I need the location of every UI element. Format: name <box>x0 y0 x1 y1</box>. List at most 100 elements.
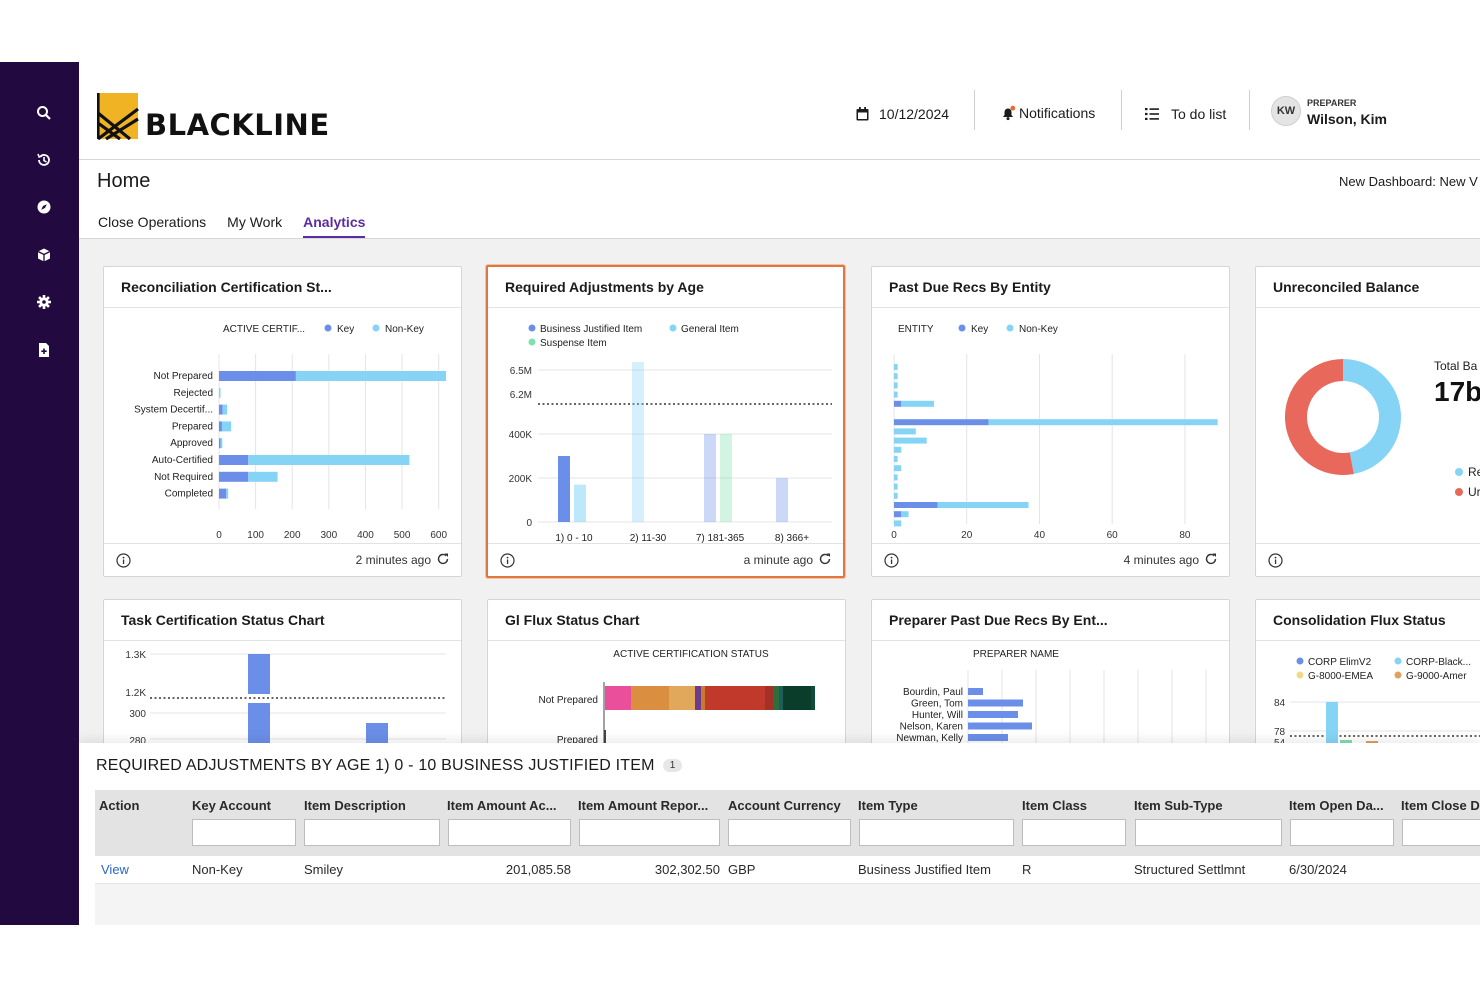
user-menu[interactable]: KW PREPARER Wilson, Kim <box>1271 90 1387 132</box>
bar[interactable] <box>968 722 1032 730</box>
bar-segment[interactable] <box>894 520 902 527</box>
stacked-bar[interactable] <box>605 686 815 710</box>
bar-segment[interactable] <box>219 488 227 499</box>
bar-segment[interactable] <box>894 483 898 490</box>
filter-input-item-class[interactable] <box>1022 819 1126 846</box>
info-icon[interactable] <box>500 553 515 568</box>
bar-segment[interactable] <box>220 438 223 449</box>
document-icon[interactable] <box>33 339 55 361</box>
bar[interactable] <box>558 456 570 522</box>
bar-segment[interactable] <box>631 686 669 710</box>
bar-segment[interactable] <box>783 686 811 710</box>
column-header[interactable]: Item Type <box>858 798 918 813</box>
column-header[interactable]: Item Amount Repor... <box>578 798 708 813</box>
info-icon[interactable] <box>1268 553 1283 568</box>
filter-input-key-account[interactable] <box>192 819 296 846</box>
filter-input-item-amount-reporting[interactable] <box>579 819 720 846</box>
compass-icon[interactable] <box>33 196 55 218</box>
bar-segment[interactable] <box>894 428 916 435</box>
bar-segment[interactable] <box>605 686 631 710</box>
bar[interactable] <box>632 362 644 522</box>
bar-segment[interactable] <box>669 686 695 710</box>
bar-segment[interactable] <box>219 371 296 381</box>
bar-segment[interactable] <box>226 488 229 499</box>
bar[interactable] <box>968 699 1023 707</box>
bar-segment[interactable] <box>248 455 410 465</box>
search-icon[interactable] <box>33 102 55 124</box>
bar[interactable] <box>776 478 788 522</box>
view-link[interactable]: View <box>101 862 129 877</box>
history-icon[interactable] <box>33 149 55 171</box>
bar-segment[interactable] <box>773 686 779 710</box>
dashboard-selector[interactable]: New Dashboard: New V <box>1339 174 1478 189</box>
filter-input-account-currency[interactable] <box>728 819 851 846</box>
bar-segment[interactable] <box>894 446 902 453</box>
refresh-icon[interactable] <box>1204 552 1218 566</box>
bar-segment[interactable] <box>894 419 989 426</box>
info-icon[interactable] <box>884 553 899 568</box>
cube-icon[interactable] <box>33 244 55 266</box>
tab-close-operations[interactable]: Close Operations <box>98 214 206 239</box>
bar-segment[interactable] <box>219 455 249 465</box>
bar[interactable] <box>968 688 983 695</box>
unreconciled-balance-card[interactable]: Unreconciled Balance Total Ba 17b Re Ur <box>1255 266 1480 577</box>
refresh-icon[interactable] <box>436 552 450 566</box>
required-adjustments-card[interactable]: Required Adjustments by Age Business Jus… <box>486 265 845 578</box>
bar-segment[interactable] <box>219 404 223 415</box>
column-header[interactable]: Item Amount Ac... <box>447 798 557 813</box>
bar-segment[interactable] <box>894 364 898 370</box>
donut-slice[interactable] <box>1343 359 1401 474</box>
bar[interactable] <box>968 711 1018 718</box>
notifications-button[interactable]: Notifications <box>1000 93 1095 133</box>
bar-segment[interactable] <box>937 502 1029 508</box>
bar[interactable] <box>720 434 732 522</box>
blackline-logo[interactable]: BLACKLINE <box>97 92 330 140</box>
bar-segment[interactable] <box>248 471 278 482</box>
column-header[interactable]: Item Class <box>1022 798 1087 813</box>
bar-segment[interactable] <box>894 373 898 380</box>
filter-input-item-type[interactable] <box>859 819 1014 846</box>
bar[interactable] <box>574 484 586 522</box>
column-header[interactable]: Key Account <box>192 798 271 813</box>
column-header[interactable]: Action <box>99 798 139 813</box>
bar-segment[interactable] <box>695 686 701 710</box>
column-header[interactable]: Item Sub-Type <box>1134 798 1223 813</box>
bar-segment[interactable] <box>219 438 221 449</box>
bar-segment[interactable] <box>894 456 898 462</box>
filter-input-item-open-date[interactable] <box>1290 819 1394 846</box>
bar-segment[interactable] <box>701 686 705 710</box>
bar-segment[interactable] <box>219 421 222 432</box>
bar-segment[interactable] <box>221 421 232 432</box>
bar-segment[interactable] <box>894 492 898 499</box>
filter-input-item-close-date[interactable] <box>1402 819 1480 846</box>
column-header[interactable]: Item Open Da... <box>1289 798 1384 813</box>
bar-segment[interactable] <box>219 471 249 482</box>
column-header[interactable]: Item Description <box>304 798 406 813</box>
refresh-icon[interactable] <box>818 552 832 566</box>
column-header[interactable]: Account Currency <box>728 798 841 813</box>
past-due-recs-card[interactable]: Past Due Recs By Entity ENTITY Key Non-K… <box>871 266 1230 577</box>
bar-segment[interactable] <box>765 686 773 710</box>
date-display[interactable]: 10/12/2024 <box>856 94 949 134</box>
bar-segment[interactable] <box>901 400 934 407</box>
bar-segment[interactable] <box>779 686 783 710</box>
column-header[interactable]: Item Close D <box>1401 798 1480 813</box>
bar-segment[interactable] <box>222 404 228 415</box>
bar-segment[interactable] <box>988 419 1218 426</box>
bar-segment[interactable] <box>705 686 765 710</box>
bar-segment[interactable] <box>894 391 898 398</box>
reconciliation-certification-card[interactable]: Reconciliation Certification St... ACTIV… <box>103 266 462 577</box>
filter-input-item-sub-type[interactable] <box>1135 819 1282 846</box>
bar[interactable] <box>968 734 1008 741</box>
info-icon[interactable] <box>116 553 131 568</box>
bar-segment[interactable] <box>894 474 898 481</box>
gear-icon[interactable] <box>33 291 55 313</box>
bar-segment[interactable] <box>894 400 902 407</box>
bar-segment[interactable] <box>894 502 938 508</box>
bar-segment[interactable] <box>894 437 927 444</box>
bar[interactable] <box>704 434 716 522</box>
bar-segment[interactable] <box>901 511 909 518</box>
tab-analytics[interactable]: Analytics <box>303 214 366 239</box>
bar-segment[interactable] <box>894 465 902 472</box>
filter-input-item-description[interactable] <box>304 819 440 846</box>
